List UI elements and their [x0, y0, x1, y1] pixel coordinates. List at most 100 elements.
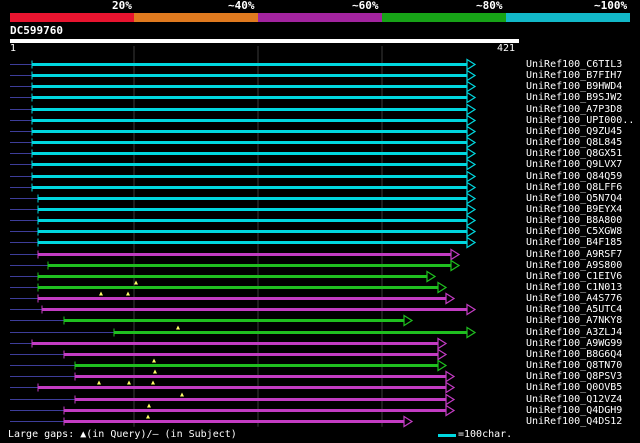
hit-row[interactable] [10, 337, 448, 350]
hit-label[interactable]: UniRef100_Q9LVX7 [526, 159, 622, 170]
hit-label[interactable]: UniRef100_A9RSF7 [526, 249, 622, 260]
hit-arrow-head [437, 348, 448, 361]
hit-label[interactable]: UniRef100_Q0OVB5 [526, 382, 622, 393]
hit-arrow-head [466, 181, 477, 194]
hit-arrow-head [466, 158, 477, 171]
hit-row[interactable] [10, 325, 477, 339]
hit-label[interactable]: UniRef100_Q8L845 [526, 137, 622, 148]
hit-label[interactable]: UniRef100_Q4DS12 [526, 416, 622, 427]
hit-label[interactable]: UniRef100_C1N013 [526, 282, 622, 293]
hit-arrow-head [450, 248, 461, 261]
hit-label[interactable]: UniRef100_B9EYX4 [526, 204, 622, 215]
hit-arrow-head [466, 326, 477, 339]
hit-label[interactable]: UniRef100_C5XGW8 [526, 226, 622, 237]
hit-label[interactable]: UniRef100_A5UTC4 [526, 304, 622, 315]
hit-row[interactable] [10, 225, 477, 238]
hit-row[interactable] [10, 170, 477, 183]
hit-label[interactable]: UniRef100_A7NKY8 [526, 315, 622, 326]
hit-row[interactable] [10, 181, 477, 194]
hit-arrow-head [445, 404, 456, 417]
query-gap-marker [127, 380, 131, 385]
hit-arrow-head [466, 203, 477, 216]
hit-label[interactable]: UniRef100_A4S776 [526, 293, 622, 304]
hit-label[interactable]: UniRef100_B7FIH7 [526, 70, 622, 81]
query-gap-marker [180, 392, 184, 397]
scale-legend: =100char. [438, 429, 512, 441]
hit-row[interactable] [10, 58, 477, 71]
hit-label[interactable]: UniRef100_A9WG99 [526, 338, 622, 349]
hit-arrow-head [445, 393, 456, 406]
hit-label[interactable]: UniRef100_Q8GX51 [526, 148, 622, 159]
hit-label[interactable]: UniRef100_Q5N7Q4 [526, 193, 622, 204]
hit-row[interactable] [10, 280, 448, 294]
hit-label[interactable]: UniRef100_Q4DGH9 [526, 405, 622, 416]
hit-row[interactable] [10, 403, 456, 417]
hit-row[interactable] [10, 80, 477, 93]
query-gap-marker [99, 291, 103, 296]
hit-row[interactable] [10, 91, 477, 104]
hit-arrow-head [466, 236, 477, 249]
hit-arrow-head [466, 303, 477, 316]
hit-label[interactable]: UniRef100_B4F185 [526, 237, 622, 248]
hit-row[interactable] [10, 348, 448, 361]
hit-arrow-head [466, 136, 477, 149]
hit-row[interactable] [10, 147, 477, 160]
hit-row[interactable] [10, 270, 437, 283]
hit-arrow-head [466, 91, 477, 104]
hit-row[interactable] [10, 291, 456, 305]
hit-arrow-head [466, 80, 477, 93]
hit-row[interactable] [10, 69, 477, 82]
hit-arrow-head [466, 214, 477, 227]
hit-label[interactable]: UniRef100_Q9ZU45 [526, 126, 622, 137]
hit-arrow-head [403, 415, 414, 428]
legend-swatch [438, 433, 456, 437]
hit-row[interactable] [10, 136, 477, 149]
hit-row[interactable] [10, 103, 477, 116]
hit-label[interactable]: UniRef100_C1EIV6 [526, 271, 622, 282]
hit-row[interactable] [10, 125, 477, 138]
hit-row[interactable] [10, 369, 456, 383]
hit-row[interactable] [10, 358, 448, 372]
hit-row[interactable] [10, 259, 461, 272]
hit-row[interactable] [10, 248, 461, 261]
hit-row[interactable] [10, 314, 414, 327]
hit-arrow-head [445, 381, 456, 394]
hit-row[interactable] [10, 414, 414, 428]
hit-label[interactable]: UniRef100_Q8TN70 [526, 360, 622, 371]
hit-arrow-head [445, 292, 456, 305]
hit-row[interactable] [10, 392, 456, 406]
hit-arrow-head [450, 259, 461, 272]
hit-row[interactable] [10, 214, 477, 227]
hit-label[interactable]: UniRef100_A7P3D8 [526, 104, 622, 115]
hit-arrow-head [466, 58, 477, 71]
hit-arrow-head [437, 359, 448, 372]
hit-arrow-head [445, 370, 456, 383]
hit-label[interactable]: UniRef100_Q8LFF6 [526, 182, 622, 193]
hit-label[interactable]: UniRef100_Q8PSV3 [526, 371, 622, 382]
hit-label[interactable]: UniRef100_Q84Q59 [526, 171, 622, 182]
hit-row[interactable] [10, 158, 477, 171]
hit-arrow-head [466, 125, 477, 138]
hit-label[interactable]: UniRef100_B8G6Q4 [526, 349, 622, 360]
hit-label[interactable]: UniRef100_B9HWD4 [526, 81, 622, 92]
hit-label[interactable]: UniRef100_UPI000.. [526, 115, 634, 126]
hit-arrow-head [466, 170, 477, 183]
hit-label[interactable]: UniRef100_Q12VZ4 [526, 394, 622, 405]
query-gap-marker [134, 280, 138, 285]
hit-row[interactable] [10, 380, 456, 394]
hit-arrow-head [403, 314, 414, 327]
hit-row[interactable] [10, 303, 477, 316]
hit-label[interactable]: UniRef100_B8A800 [526, 215, 622, 226]
hit-label[interactable]: UniRef100_C6TIL3 [526, 59, 622, 70]
hit-row[interactable] [10, 236, 477, 249]
hit-label[interactable]: UniRef100_A3ZLJ4 [526, 327, 622, 338]
hit-arrow-head [466, 69, 477, 82]
hit-arrow-head [466, 192, 477, 205]
hit-arrow-head [466, 103, 477, 116]
hit-label[interactable]: UniRef100_B9SJW2 [526, 92, 622, 103]
hit-row[interactable] [10, 192, 477, 205]
hit-row[interactable] [10, 114, 477, 127]
hit-label[interactable]: UniRef100_A9S800 [526, 260, 622, 271]
hit-row[interactable] [10, 203, 477, 216]
legend-text: =100char. [458, 429, 513, 440]
